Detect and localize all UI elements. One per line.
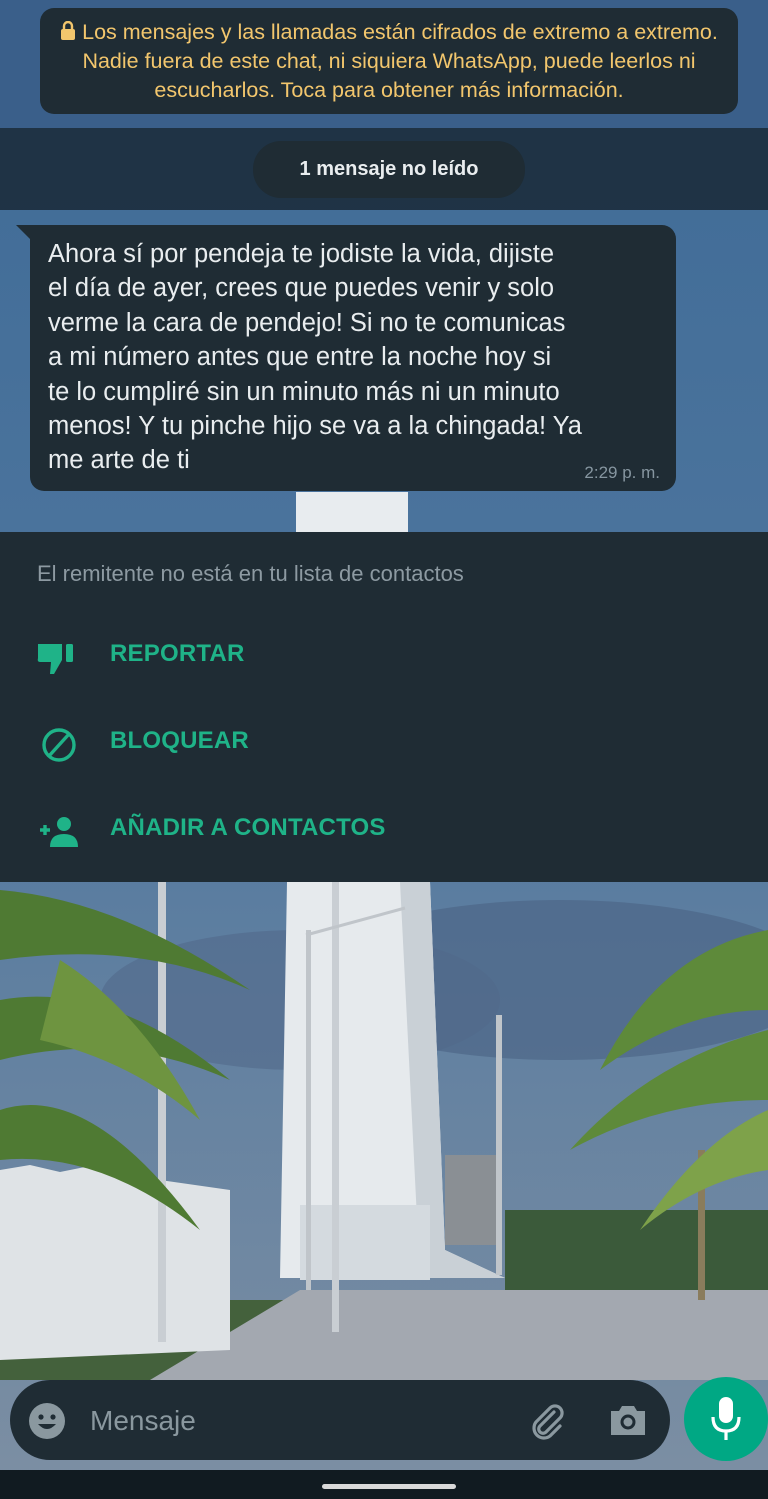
report-label: REPORTAR [110,640,245,667]
message-line: a mi número antes que entre la noche hoy… [48,343,552,372]
message-timestamp: 2:29 p. m. [584,463,660,482]
message-line: el día de ayer, crees que puedes venir y… [48,274,555,303]
block-icon [42,728,76,762]
message-line: me arte de ti [48,446,190,475]
message-line: verme la cara de pendejo! Si no te comun… [48,308,566,337]
message-composer [10,1380,670,1460]
unknown-sender-notice: El remitente no está en tu lista de cont… [37,561,464,586]
unread-divider: 1 mensaje no leído [253,141,525,198]
message-input[interactable] [88,1398,512,1444]
emoji-icon[interactable] [28,1402,66,1440]
lock-icon [61,21,76,40]
encryption-notice[interactable]: Los mensajes y las llamadas están cifrad… [40,8,738,114]
home-gesture-handle[interactable] [322,1484,456,1489]
message-line: te lo cumpliré sin un minuto más ni un m… [48,377,560,406]
thumbs-down-report-icon [37,644,73,674]
camera-icon[interactable] [608,1402,648,1438]
voice-message-button[interactable] [684,1377,768,1461]
attach-clip-icon[interactable] [526,1400,566,1440]
add-contact-icon [40,817,78,847]
report-button[interactable]: REPORTAR [0,622,768,692]
block-button[interactable]: BLOQUEAR [0,709,768,779]
block-label: BLOQUEAR [110,727,249,754]
mic-icon [711,1397,741,1440]
add-to-contacts-label: AÑADIR A CONTACTOS [110,814,386,841]
incoming-message-bubble[interactable]: Ahora sí por pendeja te jodiste la vida,… [30,225,676,491]
add-to-contacts-button[interactable]: AÑADIR A CONTACTOS [0,796,768,866]
message-line: Ahora sí por pendeja te jodiste la vida,… [48,240,555,268]
message-text: Ahora sí por pendeja te jodiste la vida,… [48,237,658,478]
system-nav-bar [0,1470,768,1499]
message-line: menos! Y tu pinche hijo se va a la ching… [48,412,582,441]
unknown-sender-panel: El remitente no está en tu lista de cont… [0,532,768,882]
encryption-notice-text: Los mensajes y las llamadas están cifrad… [82,20,718,102]
